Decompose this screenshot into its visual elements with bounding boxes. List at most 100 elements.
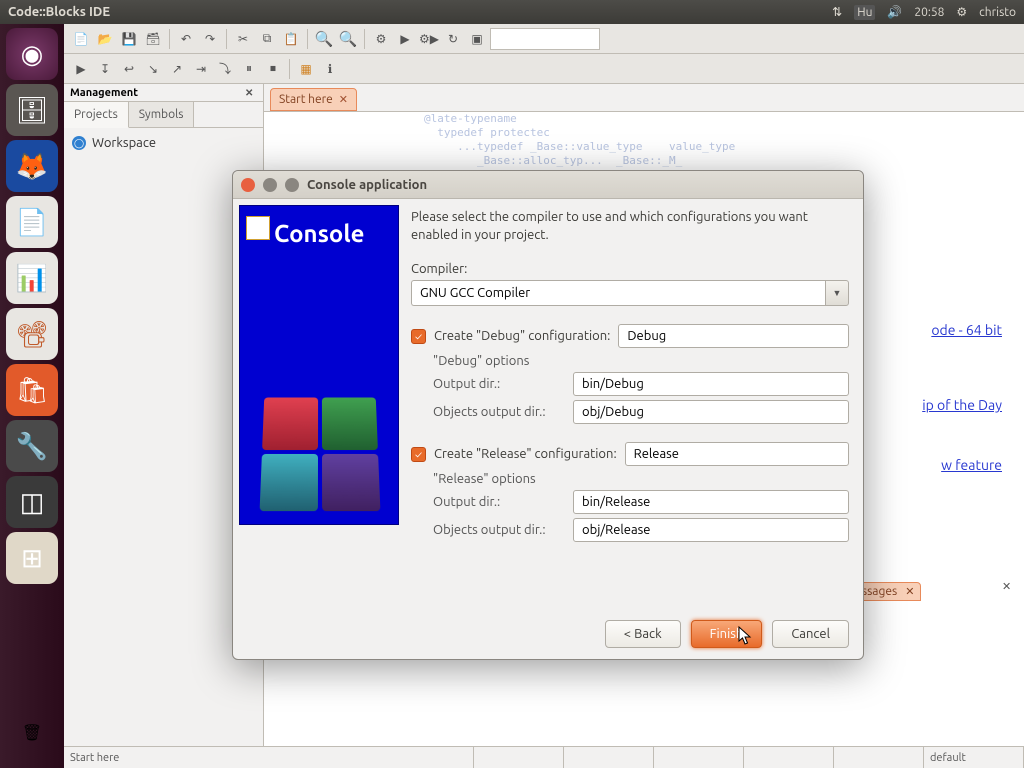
back-button[interactable]: < Back	[605, 620, 681, 648]
target-dropdown[interactable]	[490, 28, 600, 50]
compiler-input[interactable]	[411, 280, 825, 306]
debug-out-input[interactable]	[573, 372, 849, 396]
toolbar-main: 📄 📂 💾 🗃 ↶ ↷ ✂ ⧉ 📋 🔍 🔍 ⚙ ▶ ⚙▶ ↻ ▣	[64, 24, 1024, 54]
undo-icon[interactable]: ↶	[175, 28, 197, 50]
chevron-down-icon[interactable]: ▼	[825, 280, 849, 306]
save-icon[interactable]: 💾	[118, 28, 140, 50]
compiler-combo[interactable]: ▼	[411, 280, 849, 306]
system-settings-icon[interactable]: 🔧	[6, 420, 58, 472]
system-menubar: Code::Blocks IDE ⇅ Hu 🔊 20:58 ⚙ christo	[0, 0, 1024, 24]
cut-icon[interactable]: ✂	[232, 28, 254, 50]
toolbar-debug: ▶ ↧ ↩ ↘ ↗ ⇥ ⤵ ⏸ ⏹ ▦ ℹ	[64, 54, 1024, 84]
tab-symbols[interactable]: Symbols	[129, 102, 195, 127]
copy-icon[interactable]: ⧉	[256, 28, 278, 50]
close-management-icon[interactable]: ✕	[245, 87, 257, 99]
link-1[interactable]: ode - 64 bit	[931, 322, 1002, 338]
status-cell-4	[744, 747, 834, 768]
editor-tab-label: Start here	[279, 93, 333, 106]
link-2[interactable]: ip of the Day	[922, 397, 1002, 413]
rebuild-icon[interactable]: ↻	[442, 28, 464, 50]
status-cell-5	[834, 747, 924, 768]
background-code: @late-typename typedef protectec ...type…	[424, 112, 735, 168]
calc-icon[interactable]: 📊	[6, 252, 58, 304]
run-icon[interactable]: ▶	[394, 28, 416, 50]
stop-icon[interactable]: ⏹	[262, 58, 284, 80]
status-cell-2	[564, 747, 654, 768]
dialog-title: Console application	[307, 178, 427, 192]
app-title: Code::Blocks IDE	[8, 5, 832, 19]
run-to-cursor-icon[interactable]: ↧	[94, 58, 116, 80]
close-log-tab-icon[interactable]: ✕	[905, 585, 914, 598]
close-tab-icon[interactable]: ✕	[339, 93, 348, 106]
unity-launcher: ◉ 🗄 🦊 📄 📊 📽 🛍 🔧 ◫ ⊞ 🗑	[0, 24, 64, 768]
wizard-dialog: Console application Console Please selec…	[232, 170, 864, 660]
trash-icon[interactable]: 🗑	[6, 706, 58, 758]
sound-icon[interactable]: 🔊	[887, 5, 902, 19]
release-checkbox[interactable]: ✓	[411, 447, 426, 462]
network-icon[interactable]: ⇅	[832, 5, 842, 19]
release-check-label: Create "Release" configuration:	[434, 447, 617, 461]
open-icon[interactable]: 📂	[94, 28, 116, 50]
banner-text: Console	[274, 220, 364, 247]
cubes-graphic	[260, 397, 381, 511]
impress-icon[interactable]: 📽	[6, 308, 58, 360]
replace-icon[interactable]: 🔍	[337, 28, 359, 50]
release-obj-label: Objects output dir.:	[433, 523, 563, 537]
clock[interactable]: 20:58	[914, 6, 944, 19]
status-cell-3	[654, 747, 744, 768]
step-instr-icon[interactable]: ⤵	[214, 58, 236, 80]
tree-workspace[interactable]: ◯ Workspace	[72, 136, 255, 150]
status-cell-1	[474, 747, 564, 768]
cancel-button[interactable]: Cancel	[772, 620, 849, 648]
step-out-icon[interactable]: ↗	[166, 58, 188, 80]
link-3[interactable]: w feature	[941, 457, 1002, 473]
release-out-input[interactable]	[573, 490, 849, 514]
new-file-icon[interactable]: 📄	[70, 28, 92, 50]
find-icon[interactable]: 🔍	[313, 28, 335, 50]
workspace-switcher-icon[interactable]: ⊞	[6, 532, 58, 584]
debug-checkbox[interactable]: ✓	[411, 329, 426, 344]
save-all-icon[interactable]: 🗃	[142, 28, 164, 50]
step-into-icon[interactable]: ↘	[142, 58, 164, 80]
abort-icon[interactable]: ▣	[466, 28, 488, 50]
gear-icon[interactable]: ⚙	[956, 5, 967, 19]
release-obj-input[interactable]	[573, 518, 849, 542]
close-log-icon[interactable]: ✕	[1002, 580, 1016, 594]
writer-icon[interactable]: 📄	[6, 196, 58, 248]
codeblocks-icon[interactable]: ◫	[6, 476, 58, 528]
debug-obj-input[interactable]	[573, 400, 849, 424]
user-menu[interactable]: christo	[979, 6, 1016, 19]
release-out-label: Output dir.:	[433, 495, 563, 509]
debug-out-label: Output dir.:	[433, 377, 563, 391]
info-icon[interactable]: ℹ	[319, 58, 341, 80]
build-run-icon[interactable]: ⚙▶	[418, 28, 440, 50]
dialog-close-icon[interactable]	[241, 178, 255, 192]
release-name-input[interactable]	[625, 442, 849, 466]
dialog-minimize-icon[interactable]	[263, 178, 277, 192]
finish-button[interactable]: Finish	[691, 620, 763, 648]
debug-run-icon[interactable]: ▶	[70, 58, 92, 80]
next-line-icon[interactable]: ↩	[118, 58, 140, 80]
dialog-titlebar[interactable]: Console application	[233, 171, 863, 199]
workspace-label: Workspace	[92, 136, 156, 150]
dash-icon[interactable]: ◉	[6, 28, 58, 80]
firefox-icon[interactable]: 🦊	[6, 140, 58, 192]
workspace-icon: ◯	[72, 136, 86, 150]
build-icon[interactable]: ⚙	[370, 28, 392, 50]
debug-windows-icon[interactable]: ▦	[295, 58, 317, 80]
debug-opts-title: "Debug" options	[433, 354, 849, 368]
software-center-icon[interactable]: 🛍	[6, 364, 58, 416]
keyboard-indicator[interactable]: Hu	[854, 5, 875, 20]
paste-icon[interactable]: 📋	[280, 28, 302, 50]
break-icon[interactable]: ⏸	[238, 58, 260, 80]
dialog-maximize-icon[interactable]	[285, 178, 299, 192]
redo-icon[interactable]: ↷	[199, 28, 221, 50]
console-banner-icon	[246, 216, 270, 240]
editor-tab-start[interactable]: Start here ✕	[270, 88, 357, 111]
debug-name-input[interactable]	[618, 324, 849, 348]
tab-projects[interactable]: Projects	[64, 102, 129, 128]
files-icon[interactable]: 🗄	[6, 84, 58, 136]
debug-obj-label: Objects output dir.:	[433, 405, 563, 419]
management-title: Management	[70, 87, 138, 99]
next-instr-icon[interactable]: ⇥	[190, 58, 212, 80]
